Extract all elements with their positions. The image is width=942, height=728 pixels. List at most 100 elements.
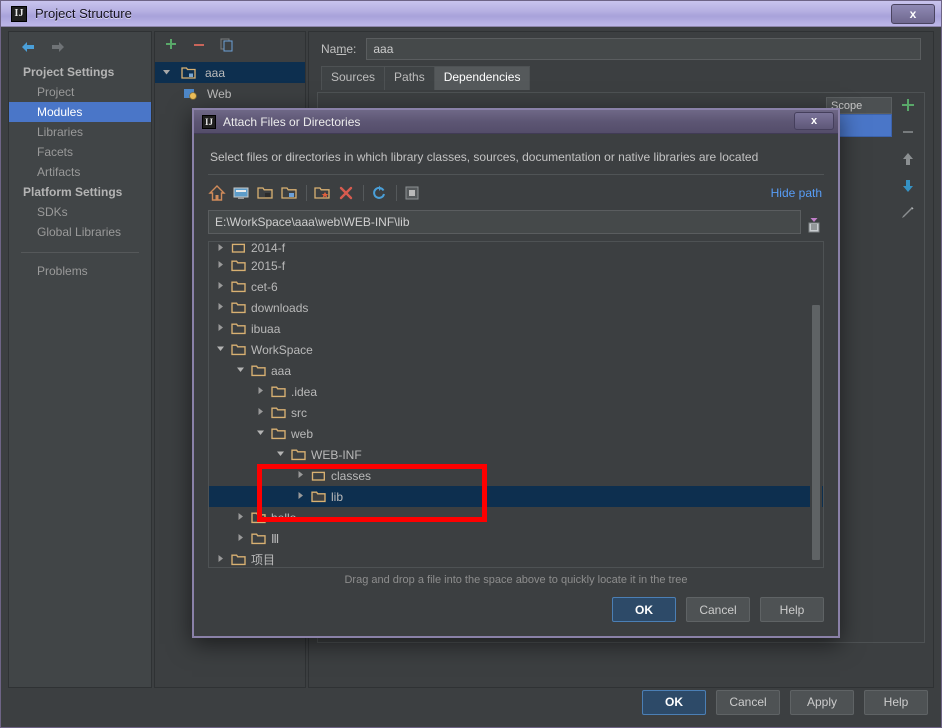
file-tree-item-lib[interactable]: lib bbox=[209, 486, 823, 507]
file-tree-item-label: aaa bbox=[271, 363, 292, 378]
file-tree-item-classes[interactable]: classes bbox=[209, 465, 823, 486]
sidebar-item-project[interactable]: Project bbox=[9, 82, 151, 102]
module-tree-item-web[interactable]: Web bbox=[155, 83, 305, 104]
file-tree-item-ibuaa[interactable]: ibuaa bbox=[209, 318, 823, 339]
folder-icon bbox=[231, 301, 246, 315]
attach-files-dialog: IJ Attach Files or Directories x Select … bbox=[192, 108, 840, 638]
file-tree-item-downloads[interactable]: downloads bbox=[209, 297, 823, 318]
cancel-button[interactable]: Cancel bbox=[716, 689, 780, 715]
edit-pencil-icon[interactable] bbox=[900, 205, 916, 221]
arrow-left-icon[interactable] bbox=[19, 39, 37, 55]
file-tree-item-2015-f[interactable]: 2015-f bbox=[209, 255, 823, 276]
settings-sidebar: Project Settings Project Modules Librari… bbox=[8, 31, 152, 688]
file-tree-item-2014-f[interactable]: 2014-f bbox=[209, 242, 823, 255]
help-button[interactable]: Help bbox=[864, 689, 928, 715]
file-tree-item-idea[interactable]: .idea bbox=[209, 381, 823, 402]
sidebar-item-global-libraries[interactable]: Global Libraries bbox=[9, 222, 151, 242]
folder-icon bbox=[231, 322, 246, 336]
modules-tree: aaa Web bbox=[155, 60, 305, 104]
move-down-icon[interactable] bbox=[900, 178, 916, 194]
chevron-down-icon[interactable] bbox=[235, 364, 248, 377]
delete-x-icon[interactable] bbox=[337, 184, 355, 202]
module-folder-icon[interactable] bbox=[280, 184, 298, 202]
arrow-right-icon[interactable] bbox=[49, 39, 67, 55]
chevron-right-icon[interactable] bbox=[215, 242, 228, 255]
attach-dialog-close-button[interactable]: x bbox=[794, 112, 834, 130]
desktop-icon[interactable] bbox=[232, 184, 250, 202]
project-structure-footer: OK Cancel Apply Help bbox=[2, 682, 940, 722]
scrollbar-thumb[interactable] bbox=[812, 305, 820, 560]
folder-icon bbox=[231, 553, 246, 567]
chevron-down-icon[interactable] bbox=[161, 66, 174, 79]
module-tree-item-aaa[interactable]: aaa bbox=[155, 62, 305, 83]
module-name-input[interactable]: aaa bbox=[366, 38, 921, 60]
chevron-right-icon[interactable] bbox=[235, 511, 248, 524]
path-input[interactable]: E:\WorkSpace\aaa\web\WEB-INF\lib bbox=[208, 210, 801, 234]
chevron-right-icon[interactable] bbox=[295, 490, 308, 503]
project-folder-icon[interactable] bbox=[256, 184, 274, 202]
paste-path-icon[interactable] bbox=[804, 210, 824, 234]
file-tree-item-web[interactable]: web bbox=[209, 423, 823, 444]
file-tree-item-cet-6[interactable]: cet-6 bbox=[209, 276, 823, 297]
folder-icon bbox=[311, 490, 326, 504]
sidebar-item-facets[interactable]: Facets bbox=[9, 142, 151, 162]
file-tree-item-workspace[interactable]: WorkSpace bbox=[209, 339, 823, 360]
apply-button[interactable]: Apply bbox=[790, 689, 854, 715]
new-folder-icon[interactable] bbox=[313, 184, 331, 202]
attach-ok-button[interactable]: OK bbox=[612, 597, 676, 622]
sidebar-item-sdks[interactable]: SDKs bbox=[9, 202, 151, 222]
hide-path-link[interactable]: Hide path bbox=[771, 186, 822, 200]
chevron-right-icon[interactable] bbox=[295, 469, 308, 482]
chevron-down-icon[interactable] bbox=[275, 448, 288, 461]
chevron-right-icon[interactable] bbox=[215, 301, 228, 314]
file-tree-item-hello[interactable]: hello bbox=[209, 507, 823, 528]
show-hidden-files-icon[interactable] bbox=[403, 184, 421, 202]
folder-icon bbox=[251, 511, 266, 525]
folder-icon bbox=[271, 427, 286, 441]
sidebar-item-artifacts[interactable]: Artifacts bbox=[9, 162, 151, 182]
ok-button[interactable]: OK bbox=[642, 689, 706, 715]
tab-dependencies[interactable]: Dependencies bbox=[433, 66, 531, 90]
sidebar-item-libraries[interactable]: Libraries bbox=[9, 122, 151, 142]
remove-icon[interactable] bbox=[900, 124, 916, 140]
toolbar-divider bbox=[396, 185, 397, 201]
remove-icon[interactable] bbox=[192, 38, 206, 55]
chevron-down-icon[interactable] bbox=[215, 343, 228, 356]
file-tree-item-[interactable]: 项目 bbox=[209, 549, 823, 567]
chevron-right-icon[interactable] bbox=[215, 280, 228, 293]
tab-paths[interactable]: Paths bbox=[384, 66, 435, 90]
file-tree-item-src[interactable]: src bbox=[209, 402, 823, 423]
close-window-button[interactable]: x bbox=[891, 4, 935, 24]
attach-cancel-button[interactable]: Cancel bbox=[686, 597, 750, 622]
chevron-right-icon[interactable] bbox=[215, 322, 228, 335]
chevron-right-icon[interactable] bbox=[215, 259, 228, 272]
file-tree-scrollbar[interactable] bbox=[810, 243, 822, 566]
file-tree-item-web-inf[interactable]: WEB-INF bbox=[209, 444, 823, 465]
file-tree-item-aaa[interactable]: aaa bbox=[209, 360, 823, 381]
chevron-right-icon[interactable] bbox=[235, 532, 248, 545]
chevron-right-icon[interactable] bbox=[255, 385, 268, 398]
refresh-icon[interactable] bbox=[370, 184, 388, 202]
add-icon[interactable] bbox=[164, 38, 178, 55]
chevron-down-icon[interactable] bbox=[255, 427, 268, 440]
file-tree-item-label: 2015-f bbox=[251, 258, 286, 273]
sidebar-item-modules[interactable]: Modules bbox=[9, 102, 151, 122]
add-icon[interactable] bbox=[900, 97, 916, 113]
chevron-right-icon[interactable] bbox=[215, 553, 228, 566]
move-up-icon[interactable] bbox=[900, 151, 916, 167]
tab-sources[interactable]: Sources bbox=[321, 66, 386, 90]
home-icon[interactable] bbox=[208, 184, 226, 202]
file-tree-item-[interactable]: Ⅲ bbox=[209, 528, 823, 549]
folder-icon bbox=[251, 364, 266, 378]
attach-help-button[interactable]: Help bbox=[760, 597, 824, 622]
toolbar-divider bbox=[363, 185, 364, 201]
file-tree[interactable]: 2014-f 2015-f cet-6 downloads ibuaa WorkSpace… bbox=[208, 241, 824, 568]
chevron-right-icon[interactable] bbox=[255, 406, 268, 419]
copy-icon[interactable] bbox=[220, 38, 234, 55]
sidebar-item-problems[interactable]: Problems bbox=[9, 261, 151, 281]
sidebar-group-label: Project Settings bbox=[23, 65, 115, 79]
